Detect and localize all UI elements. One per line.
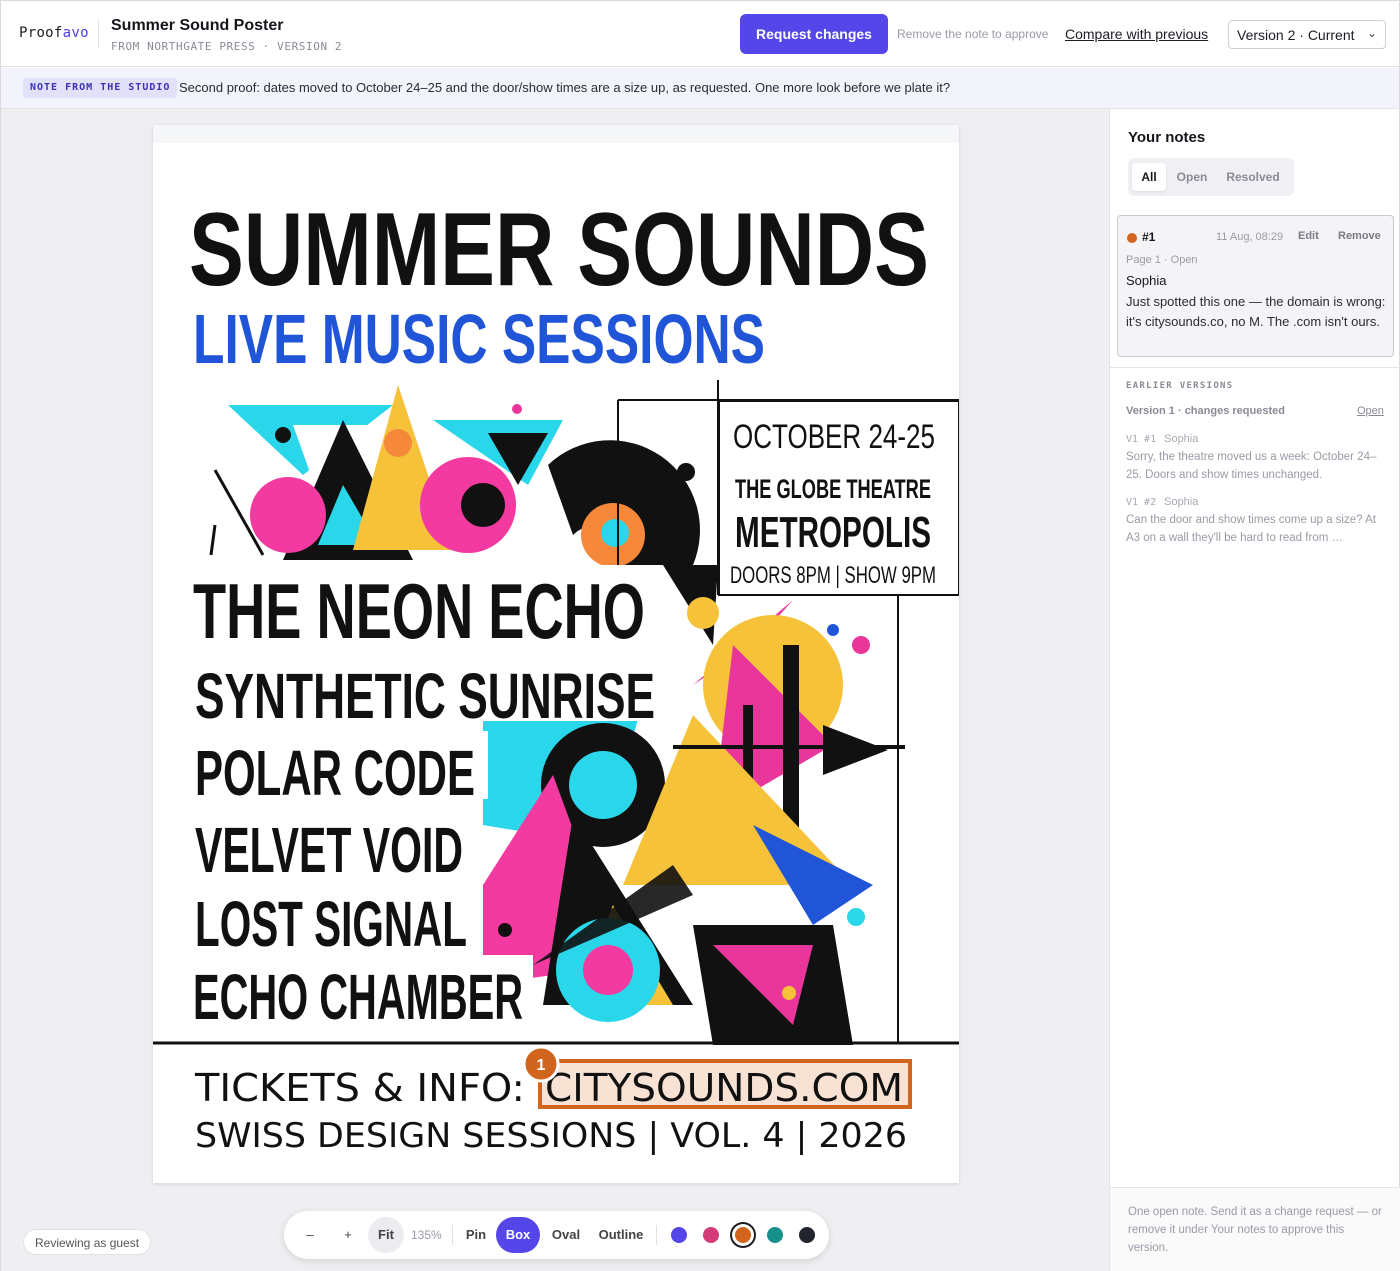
notes-panel: Your notes All Open Resolved #1 11 Aug, … bbox=[1109, 109, 1400, 1271]
art-shape bbox=[569, 751, 637, 819]
toolbar-divider bbox=[452, 1225, 453, 1245]
zoom-in-button[interactable]: + bbox=[338, 1217, 358, 1253]
art-shape bbox=[583, 945, 633, 995]
project-subtitle: FROM NORTHGATE PRESS · VERSION 2 bbox=[111, 40, 343, 53]
poster-top-strip bbox=[153, 125, 959, 143]
color-swatch-magenta[interactable] bbox=[703, 1227, 719, 1243]
tool-box[interactable]: Box bbox=[496, 1217, 540, 1253]
version-select[interactable]: Version 2 · Current ⌄ bbox=[1228, 20, 1386, 49]
notes-heading: Your notes bbox=[1128, 129, 1206, 146]
remove-note-button[interactable]: Remove bbox=[1338, 230, 1381, 242]
color-swatch-teal[interactable] bbox=[767, 1227, 783, 1243]
tab-all[interactable]: All bbox=[1132, 163, 1166, 191]
tickets-url: CITYSOUNDS.COM bbox=[545, 1066, 903, 1110]
tab-open[interactable]: Open bbox=[1172, 163, 1212, 191]
guest-badge: Reviewing as guest bbox=[23, 1229, 152, 1255]
earlier-note-text: Can the door and show times come up a si… bbox=[1126, 514, 1376, 544]
note-card[interactable]: #1 11 Aug, 08:29 Edit Remove Page 1 · Op… bbox=[1117, 215, 1394, 357]
compare-previous-link[interactable]: Compare with previous bbox=[1065, 26, 1208, 42]
band-name: ECHO CHAMBER bbox=[193, 961, 523, 1033]
earlier-note-header: V1 #1 Sophia bbox=[1126, 433, 1198, 445]
art-shape bbox=[512, 404, 522, 414]
art-shape bbox=[275, 427, 291, 443]
annotation-toolbar: – + Fit 135% Pin Box Oval Outline bbox=[284, 1211, 829, 1259]
studio-note-banner: NOTE FROM THE STUDIO Second proof: dates… bbox=[1, 68, 1399, 109]
studio-note-text: Second proof: dates moved to October 24–… bbox=[179, 80, 951, 95]
earlier-note-ref: V1 #1 bbox=[1126, 434, 1157, 445]
annotation-pin[interactable]: 1 bbox=[522, 1045, 560, 1083]
art-shape bbox=[852, 636, 870, 654]
note-date: 11 Aug, 08:29 bbox=[1216, 231, 1284, 243]
approve-hint: Remove the note to approve bbox=[897, 27, 1049, 41]
art-shape bbox=[827, 624, 839, 636]
band-name: SYNTHETIC SUNRISE bbox=[195, 660, 655, 732]
project-title: Summer Sound Poster bbox=[111, 17, 284, 34]
color-swatch-black[interactable] bbox=[799, 1227, 815, 1243]
note-status-dot bbox=[1127, 233, 1137, 243]
panel-footer: One open note. Send it as a change reque… bbox=[1110, 1187, 1400, 1271]
note-number: #1 bbox=[1142, 230, 1156, 244]
notes-filter-tabs: All Open Resolved bbox=[1128, 158, 1294, 196]
open-earlier-version-link[interactable]: Open bbox=[1357, 405, 1384, 417]
zoom-out-button[interactable]: – bbox=[300, 1217, 320, 1253]
band-name: VELVET VOID bbox=[195, 814, 463, 886]
earlier-versions-label: EARLIER VERSIONS bbox=[1126, 381, 1234, 391]
brand-prefix: Proof bbox=[19, 25, 63, 41]
fit-button[interactable]: Fit bbox=[368, 1217, 404, 1253]
tool-outline[interactable]: Outline bbox=[596, 1217, 646, 1253]
art-shape bbox=[782, 986, 796, 1000]
tickets-label: TICKETS & INFO: bbox=[194, 1066, 525, 1110]
top-bar: Proofavo Summer Sound Poster FROM NORTHG… bbox=[1, 1, 1399, 67]
earlier-note-author: Sophia bbox=[1164, 496, 1199, 508]
tool-pin[interactable]: Pin bbox=[462, 1217, 490, 1253]
art-shape bbox=[687, 597, 719, 629]
poster-footer: SWISS DESIGN SESSIONS | VOL. 4 | 2026 bbox=[195, 1116, 907, 1156]
proof-canvas[interactable]: SUMMER SOUNDS LIVE MUSIC SESSIONS OCTOBE… bbox=[1, 109, 1109, 1271]
tab-resolved[interactable]: Resolved bbox=[1220, 163, 1286, 191]
brand-logo: Proofavo bbox=[19, 25, 89, 41]
color-swatch-purple[interactable] bbox=[671, 1227, 687, 1243]
poster-date: OCTOBER 24-25 bbox=[733, 418, 935, 456]
edit-note-button[interactable]: Edit bbox=[1298, 230, 1319, 242]
band-name: LOST SIGNAL bbox=[195, 888, 467, 960]
toolbar-divider bbox=[656, 1225, 657, 1245]
pin-number: 1 bbox=[537, 1057, 546, 1074]
earlier-note-ref: V1 #2 bbox=[1126, 497, 1157, 508]
poster-venue-line2: METROPOLIS bbox=[735, 508, 931, 557]
color-swatch-orange[interactable] bbox=[735, 1227, 751, 1243]
zoom-level: 135% bbox=[411, 1228, 442, 1242]
poster-subtitle: LIVE MUSIC SESSIONS bbox=[193, 300, 765, 378]
art-shape bbox=[847, 908, 865, 926]
art-shape bbox=[461, 483, 505, 527]
poster-title: SUMMER SOUNDS bbox=[189, 192, 929, 308]
note-meta: Page 1 · Open bbox=[1126, 254, 1198, 266]
panel-footer-text: One open note. Send it as a change reque… bbox=[1128, 1206, 1382, 1254]
art-shape bbox=[384, 429, 412, 457]
poster-svg: SUMMER SOUNDS LIVE MUSIC SESSIONS OCTOBE… bbox=[153, 125, 959, 1183]
poster-artwork[interactable]: SUMMER SOUNDS LIVE MUSIC SESSIONS OCTOBE… bbox=[153, 125, 959, 1183]
header-divider bbox=[98, 19, 99, 49]
section-divider bbox=[1110, 367, 1400, 368]
band-name: POLAR CODE bbox=[195, 737, 475, 809]
earlier-note-header: V1 #2 Sophia bbox=[1126, 496, 1198, 508]
request-changes-button[interactable]: Request changes bbox=[740, 14, 888, 54]
earlier-version-title: Version 1 · changes requested bbox=[1126, 405, 1285, 417]
art-shape bbox=[250, 477, 326, 553]
art-shape bbox=[498, 923, 512, 937]
tool-oval[interactable]: Oval bbox=[548, 1217, 584, 1253]
note-author: Sophia bbox=[1126, 273, 1167, 288]
poster-venue-line1: THE GLOBE THEATRE bbox=[735, 474, 931, 504]
art-shape bbox=[601, 519, 629, 547]
app-window: Proofavo Summer Sound Poster FROM NORTHG… bbox=[0, 0, 1400, 1271]
band-name: THE NEON ECHO bbox=[193, 567, 645, 655]
earlier-note-author: Sophia bbox=[1164, 433, 1199, 445]
earlier-note-text: Sorry, the theatre moved us a week: Octo… bbox=[1126, 451, 1377, 481]
studio-note-tag: NOTE FROM THE STUDIO bbox=[23, 78, 178, 98]
poster-times: DOORS 8PM | SHOW 9PM bbox=[730, 562, 936, 589]
version-select-value: Version 2 · Current bbox=[1237, 27, 1355, 43]
brand-suffix: avo bbox=[62, 25, 89, 41]
chevron-down-icon: ⌄ bbox=[1366, 26, 1377, 40]
note-body: Just spotted this one — the domain is wr… bbox=[1126, 294, 1386, 329]
